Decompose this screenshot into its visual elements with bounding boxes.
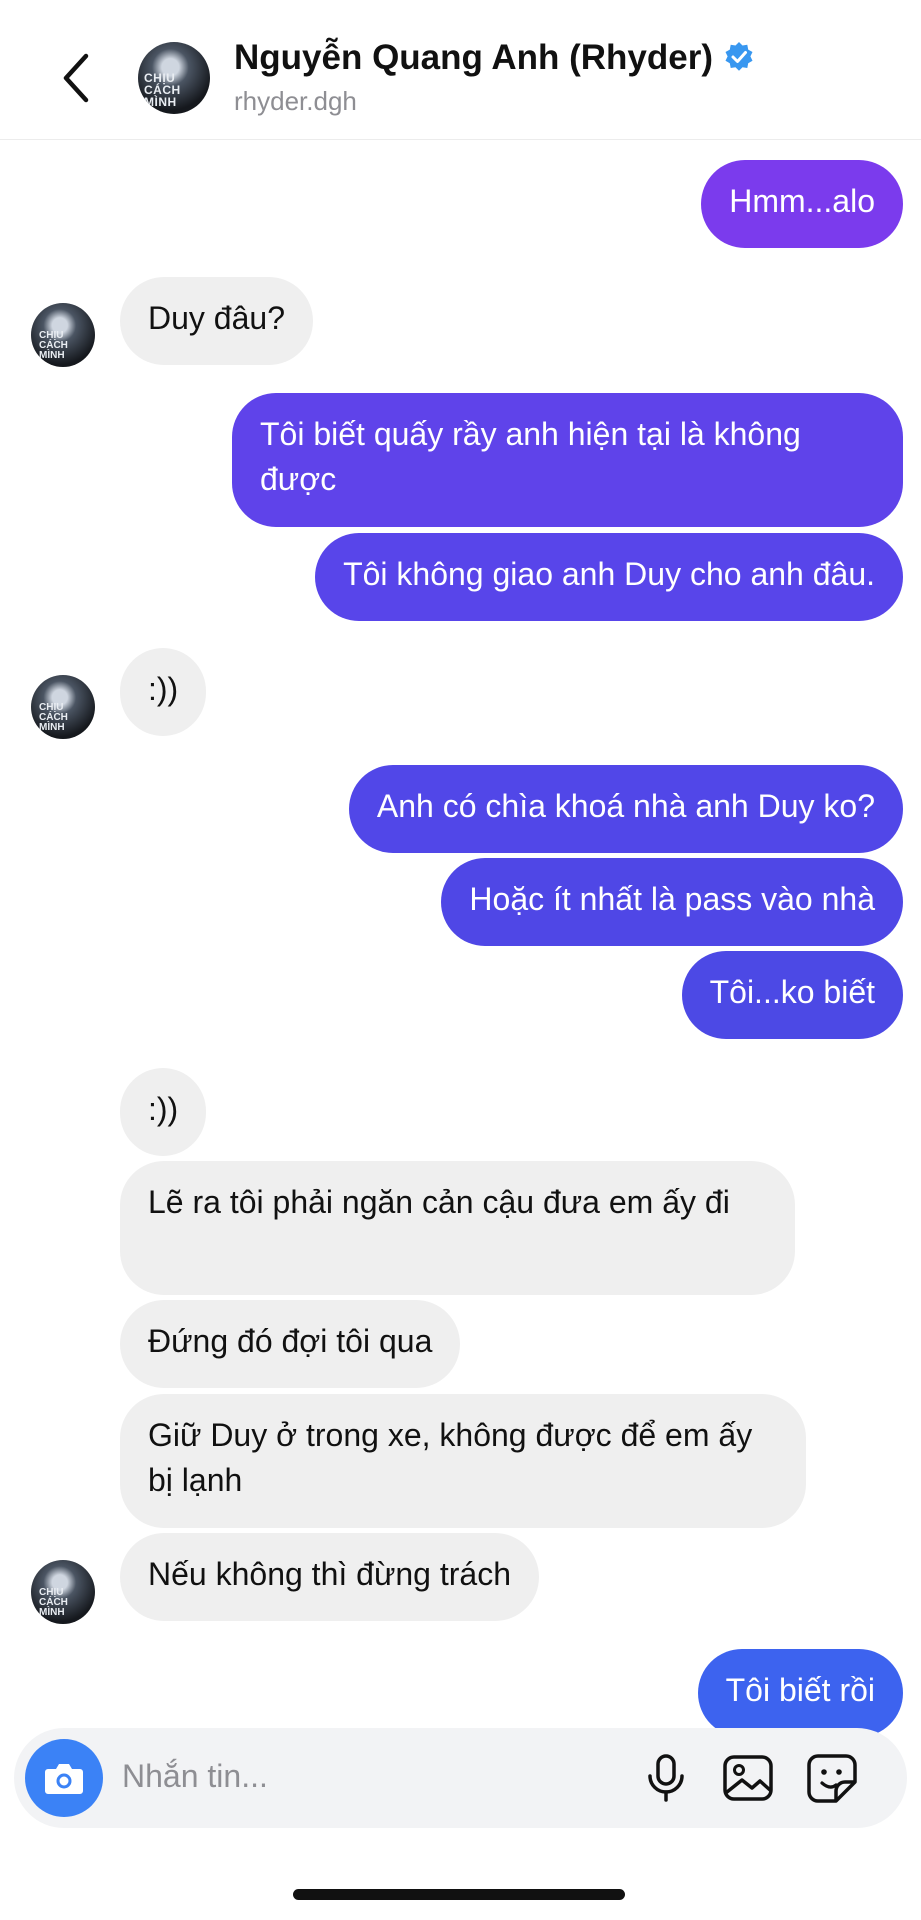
sender-avatar[interactable]: CHỊU CÁCH MÌNH: [31, 1560, 95, 1624]
chevron-left-icon: [63, 53, 89, 103]
sender-avatar[interactable]: CHỊU CÁCH MÌNH: [31, 675, 95, 739]
message-bubble-received[interactable]: Nếu không thì đừng trách: [120, 1533, 539, 1621]
message-bubble-sent[interactable]: Tôi không giao anh Duy cho anh đâu.: [315, 533, 903, 621]
avatar-text-line-2: MÌNH: [144, 95, 177, 109]
message-bubble-sent[interactable]: Anh có chìa khoá nhà anh Duy ko?: [348, 765, 903, 853]
back-button[interactable]: [52, 48, 102, 108]
message-composer: Nhắn tin...: [14, 1728, 907, 1828]
home-indicator[interactable]: [293, 1889, 625, 1900]
message-bubble-sent[interactable]: Tôi biết quấy rầy anh hiện tại là không …: [232, 393, 903, 527]
message-bubble-received[interactable]: :)): [120, 1068, 207, 1156]
contact-name: Nguyễn Quang Anh (Rhyder): [234, 38, 713, 77]
message-bubble-received[interactable]: Giữ Duy ở trong xe, không được để em ấy …: [120, 1394, 806, 1528]
message-bubble-sent[interactable]: Tôi biết rồi: [697, 1649, 903, 1737]
contact-username: rhyder.dgh: [234, 86, 357, 116]
chat-header: CHỊU CÁCH MÌNH Nguyễn Quang Anh (Rhyder)…: [0, 0, 921, 140]
message-bubble-received[interactable]: Đứng đó đợi tôi qua: [120, 1300, 461, 1388]
microphone-icon: [648, 1754, 684, 1802]
camera-button[interactable]: [25, 1739, 103, 1817]
camera-icon: [45, 1764, 83, 1794]
contact-name-row[interactable]: Nguyễn Quang Anh (Rhyder): [234, 38, 755, 78]
message-bubble-sent[interactable]: Hoặc ít nhất là pass vào nhà: [441, 858, 903, 946]
voice-message-button[interactable]: [638, 1750, 694, 1806]
message-input[interactable]: Nhắn tin...: [122, 1758, 268, 1795]
gallery-button[interactable]: [720, 1750, 776, 1806]
message-bubble-received[interactable]: Duy đâu?: [120, 277, 313, 365]
avatar-text-line-1: CHỊU CÁCH: [144, 71, 181, 97]
verified-badge-icon: [725, 42, 753, 71]
message-bubble-sent[interactable]: Hmm...alo: [701, 160, 903, 248]
message-list[interactable]: Hmm...alo CHỊU CÁCH MÌNH Duy đâu? Tôi biế…: [0, 141, 921, 1737]
sticker-icon: [807, 1754, 857, 1803]
sender-avatar[interactable]: CHỊU CÁCH MÌNH: [31, 303, 95, 367]
contact-avatar[interactable]: CHỊU CÁCH MÌNH: [138, 42, 210, 114]
image-icon: [723, 1755, 773, 1801]
sticker-button[interactable]: [804, 1750, 860, 1806]
message-bubble-sent[interactable]: Tôi...ko biết: [681, 951, 903, 1039]
message-bubble-received[interactable]: Lẽ ra tôi phải ngăn cản cậu đưa em ấy đi: [120, 1161, 795, 1295]
message-bubble-received[interactable]: :)): [120, 648, 207, 736]
